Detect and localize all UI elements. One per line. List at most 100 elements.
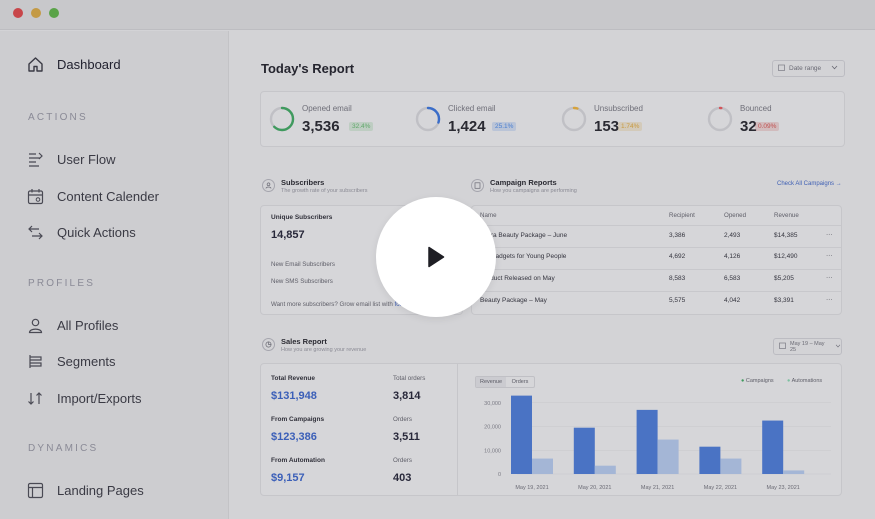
sidebar-item-import-exports[interactable]: Import/Exports [26,388,142,408]
section-subtitle: How you campaigns are performing [490,188,577,194]
more-options-icon[interactable]: ··· [826,252,833,259]
campaign-opened: 6,583 [724,275,741,282]
chevron-down-icon [831,65,838,72]
bar-automations [657,439,679,474]
sidebar-item-label: Quick Actions [57,224,136,240]
date-range-label: Date range [789,65,822,72]
stat-label: Unsubscribed [594,104,643,113]
app-window: Dashboard ACTIONS User Flow Content Cale… [0,0,875,519]
grow-list-cta: Want more subscribers? Grow email list w… [271,301,410,308]
legend-automations: ● Automations [787,378,822,384]
sales-report-card: Total Revenue $131,948 Total orders 3,81… [260,363,842,496]
more-options-icon[interactable]: ··· [826,231,833,238]
close-window-button[interactable] [13,8,23,18]
sidebar: Dashboard ACTIONS User Flow Content Cale… [0,31,229,519]
campaign-revenue: $14,385 [774,232,798,239]
campaign-name[interactable]: Beauty Package – May [480,297,547,304]
stat-label: Clicked email [448,104,496,113]
user-flow-icon [26,150,44,168]
link-label: Check All Campaigns [777,181,835,187]
calendar-icon [778,64,785,73]
stats-card: Opened email 3,536 32.4% Clicked email 1… [260,91,845,147]
campaign-recipient: 5,575 [669,297,686,304]
campaign-opened: 4,042 [724,297,741,304]
import-export-icon [26,389,44,407]
stat-unsubscribed: Unsubscribed 153 1.74% [553,92,699,148]
more-options-icon[interactable]: ··· [826,296,833,303]
campaign-revenue: $5,205 [774,275,794,282]
y-tick-label: 10,000 [484,448,501,454]
maximize-window-button[interactable] [49,8,59,18]
more-options-icon[interactable]: ··· [826,274,833,281]
y-tick-label: 0 [498,472,501,478]
campaign-revenue: $12,490 [774,253,798,260]
divider [457,364,458,495]
stat-value: 153 [594,118,620,135]
quick-actions-icon [26,223,44,241]
stat-value: 1,424 [448,118,486,135]
chart-tabs: Revenue Orders [475,376,535,388]
automation-orders-value: 403 [393,472,412,484]
total-revenue-label: Total Revenue [271,375,315,382]
sidebar-item-label: User Flow [57,151,116,167]
sidebar-item-label: All Profiles [57,317,119,333]
sales-date-select[interactable]: May 19 – May 25 [773,338,842,355]
column-header-name: Name [480,212,497,219]
sidebar-item-all-profiles[interactable]: All Profiles [26,315,118,335]
document-icon [471,179,484,192]
sidebar-item-dashboard[interactable]: Dashboard [26,54,121,74]
section-subtitle: How you are growing your revenue [281,347,367,353]
chevron-down-icon [835,343,841,350]
campaign-revenue: $3,391 [774,297,794,304]
user-icon [262,179,275,192]
status-badge: 0.09% [755,122,780,131]
play-button[interactable] [376,197,496,317]
sidebar-item-content-calender[interactable]: Content Calender [26,186,159,206]
sidebar-item-segments[interactable]: Segments [26,351,116,371]
status-badge: 25.1% [492,122,517,131]
play-icon [428,246,445,268]
sidebar-item-landing-pages[interactable]: Landing Pages [26,480,144,500]
segments-icon [26,352,44,370]
column-header-opened: Opened [724,212,747,219]
automation-orders-label: Orders [393,457,412,464]
campaigns-orders-value: 3,511 [393,431,420,443]
progress-ring [561,106,587,132]
check-all-campaigns-link[interactable]: Check All Campaigns → [777,181,842,187]
from-automation-value: $9,157 [271,472,305,484]
legend-campaigns: ● Campaigns [741,378,774,384]
date-range-select[interactable]: Date range [772,60,845,77]
page-title: Today's Report [261,61,355,76]
divider [472,225,841,226]
tab-orders[interactable]: Orders [506,377,534,387]
minimize-window-button[interactable] [31,8,41,18]
sidebar-item-user-flow[interactable]: User Flow [26,149,116,169]
progress-ring [269,106,295,132]
x-tick-label: May 23, 2021 [767,485,800,491]
x-tick-label: May 19, 2021 [515,485,548,491]
campaign-recipient: 8,583 [669,275,686,282]
section-title: Campaign Reports [490,178,557,187]
legend-label: Automations [791,378,823,384]
divider [472,291,841,292]
from-campaigns-value: $123,386 [271,431,317,443]
tab-revenue[interactable]: Revenue [476,377,506,387]
user-icon [26,316,44,334]
home-icon [26,55,44,73]
main-content: Today's Report Date range Opened email 3… [230,31,875,519]
divider [472,269,841,270]
sidebar-item-quick-actions[interactable]: Quick Actions [26,222,136,242]
pie-chart-icon [262,338,275,351]
bar-automations [594,465,616,474]
progress-ring [707,106,733,132]
ring-track [707,106,733,132]
ring-track [561,106,587,132]
sidebar-item-label: Segments [57,353,116,369]
bar-automations [720,458,742,474]
bar-campaigns [573,427,595,474]
progress-ring [415,106,441,132]
y-tick-label: 30,000 [484,401,501,407]
bar-campaigns [636,409,658,474]
section-title: Subscribers [281,178,325,187]
section-label-profiles: PROFILES [28,278,96,289]
